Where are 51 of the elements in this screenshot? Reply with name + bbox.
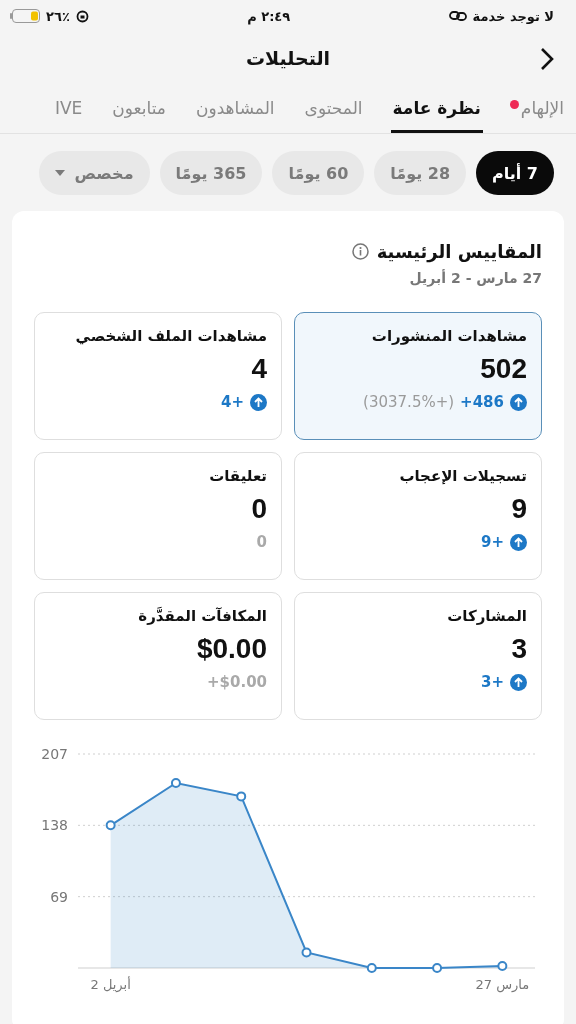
metric-value: 9 — [510, 493, 527, 525]
period-chip[interactable]: 60 يومًا — [272, 151, 365, 195]
metric-title: تعليقات — [208, 467, 267, 485]
carrier-text: لا توجد خدمة — [472, 8, 554, 24]
arrow-up-icon — [510, 673, 527, 691]
battery-icon — [10, 9, 40, 23]
period-chip[interactable]: 7 أيام — [476, 151, 554, 195]
metric-value: 3 — [510, 633, 527, 665]
metric-value: 502 — [479, 353, 527, 385]
tab[interactable]: الإلهام — [508, 98, 566, 133]
metric-change: 4+ — [221, 393, 244, 411]
tab[interactable]: المحتوى — [302, 98, 365, 133]
metric-change: +486 — [460, 393, 504, 411]
arrow-up-icon — [510, 533, 527, 551]
link-icon — [448, 10, 467, 22]
page-title: التحليلات — [245, 47, 331, 69]
period-chip[interactable]: 365 يومًا — [159, 151, 263, 195]
axis-label: 207 — [41, 746, 68, 762]
period-dropdown[interactable]: مخصص — [38, 151, 150, 195]
metric-title: تسجيلات الإعجاب — [398, 467, 527, 485]
metric-value: 0 — [250, 493, 267, 525]
axis-label: 27 مارس — [475, 977, 530, 992]
metric-change: 3+ — [481, 673, 504, 691]
info-icon[interactable] — [351, 243, 369, 260]
date-range: 27 مارس - 2 أبريل — [408, 270, 542, 286]
tab[interactable]: IVE — [52, 98, 85, 133]
metric-title: مشاهدات المنشورات — [370, 327, 527, 345]
battery-percent: ٪٢٦ — [46, 8, 70, 24]
arrow-up-icon — [510, 393, 527, 411]
tab[interactable]: نظرة عامة — [390, 98, 483, 133]
metric-change: 9+ — [481, 533, 504, 551]
metric-value: 4 — [250, 353, 267, 385]
metric-change: +$0.00 — [207, 673, 267, 691]
metric-title: مشاهدات الملف الشخصي — [74, 327, 267, 345]
axis-label: 2 أبريل — [90, 977, 131, 992]
clock-text: ٢:٤٩ م — [247, 8, 291, 24]
period-chip[interactable]: 28 يومًا — [374, 151, 467, 195]
axis-label: 69 — [50, 888, 68, 905]
metric-title: المشاركات — [446, 607, 527, 625]
axis-label: 138 — [41, 817, 68, 834]
caret-icon — [54, 170, 65, 176]
back-icon[interactable] — [540, 47, 554, 71]
metric-title: المكافآت المقدَّرة — [137, 607, 267, 625]
tab[interactable]: المشاهدون — [193, 98, 277, 133]
metric-change: 0 — [256, 533, 267, 551]
arrow-up-icon — [250, 393, 267, 411]
metric-value: $0.00 — [195, 633, 267, 665]
metric-percent: (3037.5%+) — [363, 393, 455, 411]
section-title: المقاييس الرئيسية — [376, 241, 542, 262]
tab[interactable]: متابعون — [110, 98, 168, 133]
rotation-lock-icon — [75, 9, 89, 23]
